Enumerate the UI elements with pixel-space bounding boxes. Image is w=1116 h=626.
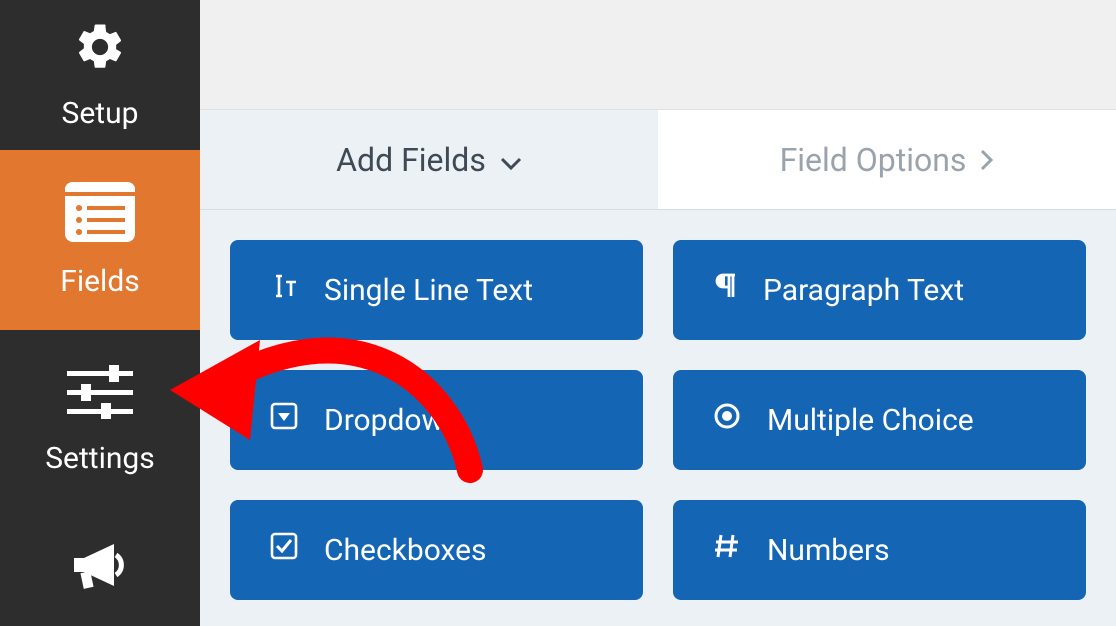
hash-icon (713, 532, 741, 568)
gear-icon (73, 20, 127, 78)
sidebar: Setup Fields Settings (0, 0, 200, 626)
field-button-paragraph-text[interactable]: Paragraph Text (673, 240, 1086, 340)
top-toolbar (200, 0, 1116, 110)
tab-field-options[interactable]: Field Options (658, 110, 1116, 209)
sidebar-item-fields[interactable]: Fields (0, 150, 200, 330)
sidebar-label-setup: Setup (62, 96, 139, 131)
pilcrow-icon (713, 272, 737, 308)
sidebar-item-marketing[interactable] (0, 510, 200, 626)
panel-tabs: Add Fields Field Options (200, 110, 1116, 210)
sidebar-item-setup[interactable]: Setup (0, 0, 200, 150)
list-icon (65, 182, 135, 246)
checkbox-icon (270, 532, 298, 568)
field-label: Multiple Choice (767, 403, 974, 438)
field-label: Numbers (767, 533, 890, 568)
tab-add-fields[interactable]: Add Fields (200, 110, 658, 209)
field-button-dropdown[interactable]: Dropdown (230, 370, 643, 470)
chevron-down-icon (500, 141, 522, 179)
sidebar-label-settings: Settings (45, 441, 155, 476)
field-button-multiple-choice[interactable]: Multiple Choice (673, 370, 1086, 470)
field-label: Checkboxes (324, 533, 487, 568)
chevron-right-icon (980, 141, 994, 179)
field-label: Dropdown (324, 403, 461, 438)
tab-label-options: Field Options (780, 141, 967, 179)
radio-icon (713, 402, 741, 438)
field-button-single-line-text[interactable]: Single Line Text (230, 240, 643, 340)
field-label: Paragraph Text (763, 273, 964, 308)
dropdown-icon (270, 402, 298, 438)
main-panel: Add Fields Field Options Single Line Tex… (200, 0, 1116, 626)
megaphone-icon (70, 540, 130, 596)
sidebar-item-settings[interactable]: Settings (0, 330, 200, 510)
fields-grid: Single Line Text Paragraph Text Dropdown… (230, 240, 1086, 600)
text-cursor-icon (270, 272, 298, 308)
sliders-icon (67, 365, 133, 423)
field-label: Single Line Text (324, 273, 533, 308)
sidebar-label-fields: Fields (60, 264, 139, 299)
tab-label-add: Add Fields (336, 141, 486, 179)
field-button-checkboxes[interactable]: Checkboxes (230, 500, 643, 600)
fields-grid-wrap: Single Line Text Paragraph Text Dropdown… (200, 210, 1116, 626)
field-button-numbers[interactable]: Numbers (673, 500, 1086, 600)
